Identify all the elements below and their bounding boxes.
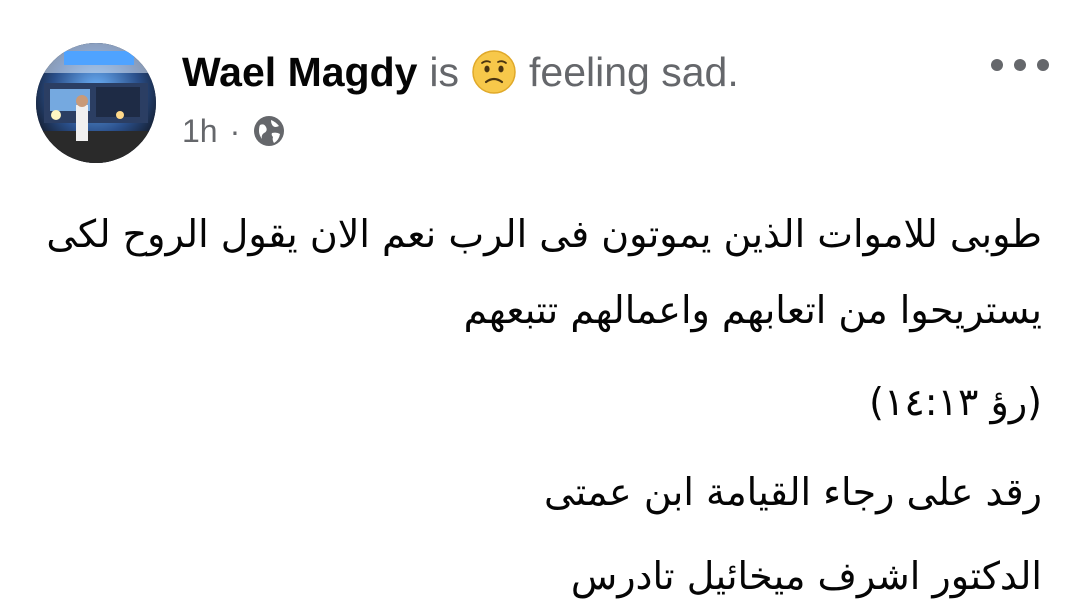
- author-avatar[interactable]: [36, 43, 156, 163]
- post-paragraph: الدكتور اشرف ميخائيل تادرس: [570, 554, 1042, 598]
- post-paragraph: (رؤ ١٤:١٣): [869, 380, 1042, 424]
- post-paragraph: رقد على رجاء القيامة ابن عمتى: [543, 470, 1042, 514]
- feeling-text[interactable]: feeling sad.: [529, 44, 739, 100]
- post-body: طوبى للاموات الذين يموتون فى الرب نعم ال…: [42, 196, 1042, 598]
- profile-photo-icon: [36, 43, 156, 163]
- post-meta: 1h ·: [182, 110, 286, 152]
- more-options-button[interactable]: [988, 50, 1052, 80]
- meta-separator: ·: [229, 112, 241, 149]
- sad-face-emoji-icon: [471, 49, 517, 95]
- post-header-line: Wael Magdy is feeling sad.: [182, 44, 739, 100]
- feed-post: Wael Magdy is feeling sad. 1h · طوبى للا…: [0, 0, 1080, 599]
- post-timestamp[interactable]: 1h: [182, 113, 218, 150]
- post-paragraph: طوبى للاموات الذين يموتون فى الرب نعم ال…: [46, 212, 1042, 332]
- globe-icon[interactable]: [252, 114, 286, 148]
- author-name[interactable]: Wael Magdy: [182, 44, 417, 100]
- more-horizontal-icon: [991, 59, 1003, 71]
- status-is-text: is: [429, 49, 460, 95]
